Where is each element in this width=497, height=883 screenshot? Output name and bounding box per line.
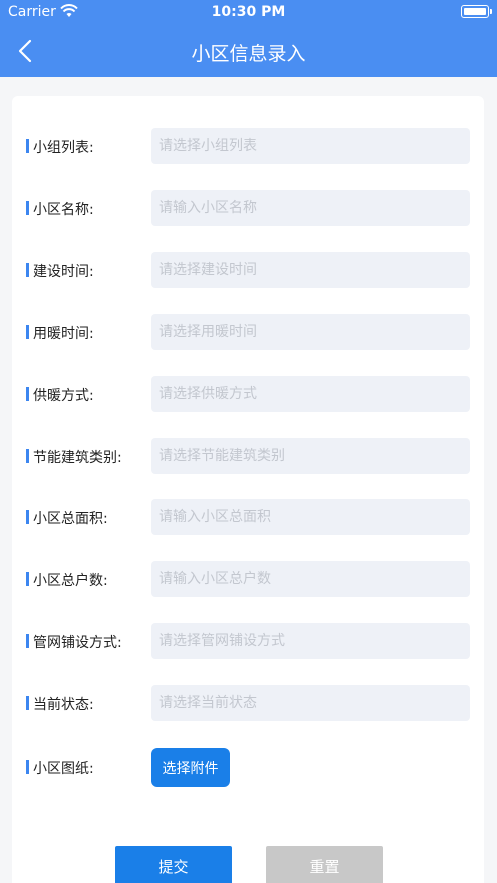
- reset-button[interactable]: 重置: [266, 846, 383, 883]
- heating-start-time-field[interactable]: [151, 313, 470, 350]
- total-households-label: 小区总户数:: [26, 570, 108, 590]
- status-bar: Carrier 10:30 PM: [0, 0, 497, 26]
- form-row-community-name: 小区名称:: [26, 189, 471, 226]
- battery-icon: [461, 5, 492, 18]
- group-list-label: 小组列表:: [26, 137, 94, 157]
- energy-building-category-label: 节能建筑类别:: [26, 447, 122, 467]
- community-name-label: 小区名称:: [26, 199, 94, 219]
- page-title: 小区信息录入: [191, 43, 306, 65]
- form-row-pipe-laying-method: 管网铺设方式:: [26, 623, 471, 660]
- submit-button[interactable]: 提交: [115, 846, 232, 883]
- community-name-field[interactable]: [151, 189, 470, 226]
- attachment-label: 小区图纸:: [26, 758, 94, 778]
- construction-time-label: 建设时间:: [26, 261, 94, 281]
- form-row-construction-time: 建设时间:: [26, 251, 471, 288]
- form-row-energy-building-category: 节能建筑类别:: [26, 437, 471, 474]
- construction-time-field[interactable]: [151, 251, 470, 288]
- form-row-total-area: 小区总面积:: [26, 499, 471, 536]
- total-area-field[interactable]: [151, 499, 470, 536]
- current-status-field[interactable]: [151, 685, 470, 722]
- pipe-laying-method-label: 管网铺设方式:: [26, 632, 122, 652]
- total-area-label: 小区总面积:: [26, 508, 108, 528]
- pipe-laying-method-field[interactable]: [151, 623, 470, 660]
- energy-building-category-field[interactable]: [151, 437, 470, 474]
- group-list-field[interactable]: [151, 128, 470, 164]
- heating-method-field[interactable]: [151, 375, 470, 412]
- select-attachment-button[interactable]: 选择附件: [151, 748, 230, 787]
- current-status-label: 当前状态:: [26, 694, 94, 714]
- form-row-group-list: 小组列表:: [26, 128, 471, 164]
- form-row-heating-start-time: 用暖时间:: [26, 313, 471, 350]
- form-row-total-households: 小区总户数:: [26, 561, 471, 598]
- heating-start-time-label: 用暖时间:: [26, 323, 94, 343]
- form-row-heating-method: 供暖方式:: [26, 375, 471, 412]
- nav-bar: 小区信息录入: [0, 26, 497, 77]
- total-households-field[interactable]: [151, 561, 470, 598]
- heating-method-label: 供暖方式:: [26, 385, 94, 405]
- form-row-current-status: 当前状态:: [26, 685, 471, 722]
- attachment-row: 小区图纸: 选择附件: [26, 748, 471, 787]
- clock: 10:30 PM: [211, 4, 286, 20]
